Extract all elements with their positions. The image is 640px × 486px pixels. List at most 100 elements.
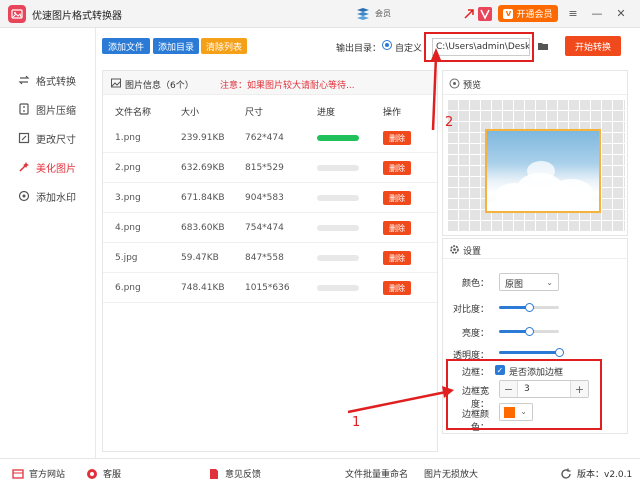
gear-icon	[450, 245, 459, 254]
table-row: 6.png 748.41KB 1015*636 删除	[103, 273, 437, 303]
home-icon	[12, 468, 24, 479]
footer: 官方网站 客服 意见反馈 文件批量重命名 图片无损放大 版本：v2.0.1	[0, 458, 640, 486]
file-name: 6.png	[115, 283, 141, 293]
watermark-icon	[18, 190, 30, 202]
file-name: 3.png	[115, 193, 141, 203]
lossless-enlarge-link[interactable]: 图片无损放大	[424, 467, 478, 480]
delete-button[interactable]: 删除	[383, 161, 411, 175]
sidebar-item-convert[interactable]: 格式转换	[18, 71, 76, 89]
feedback-label: 意见反馈	[225, 470, 262, 480]
image-info-icon	[111, 78, 121, 88]
delete-button[interactable]: 删除	[383, 191, 411, 205]
file-dims: 1015*636	[245, 283, 290, 293]
file-dims: 754*474	[245, 223, 284, 233]
col-action: 操作	[383, 108, 402, 118]
info-bar: 图片信息（6个） 注意：如果图片较大请耐心等待...	[103, 71, 437, 95]
file-list-panel: 图片信息（6个） 注意：如果图片较大请耐心等待... 文件名称 大小 尺寸 进度…	[102, 70, 438, 452]
customer-service-link[interactable]: 客服	[86, 467, 121, 480]
annotation-number-2: 2	[445, 115, 454, 130]
progress-fill	[317, 135, 359, 141]
delete-button[interactable]: 删除	[383, 131, 411, 145]
progress-bar	[317, 285, 359, 291]
start-convert-button[interactable]: 开始转换	[565, 36, 621, 56]
file-size: 632.69KB	[181, 163, 225, 173]
settings-title: 设置	[463, 247, 482, 257]
version-label: 版本：v2.0.1	[577, 470, 633, 480]
feedback-icon	[210, 468, 218, 479]
col-dims: 尺寸	[245, 108, 264, 118]
brand-icon[interactable]	[478, 7, 492, 21]
transparency-knob[interactable]	[555, 348, 564, 357]
file-size: 748.41KB	[181, 283, 225, 293]
output-dir-label: 输出目录：	[336, 44, 382, 54]
file-size: 683.60KB	[181, 223, 225, 233]
size-warning: 注意：如果图片较大请耐心等待...	[220, 81, 355, 91]
delete-button[interactable]: 删除	[383, 221, 411, 235]
menu-icon[interactable]: ≡	[566, 6, 580, 20]
table-row: 4.png 683.60KB 754*474 删除	[103, 213, 437, 243]
custom-dir-radio-label[interactable]: 自定义	[395, 41, 422, 54]
official-site-link[interactable]: 官方网站	[12, 467, 65, 480]
preview-title: 预览	[463, 81, 482, 91]
file-size: 239.91KB	[181, 133, 225, 143]
image-count: 图片信息（6个）	[125, 81, 194, 91]
share-icon[interactable]	[462, 7, 476, 21]
folder-icon[interactable]	[537, 40, 549, 52]
sidebar-item-beautify[interactable]: 美化图片	[18, 158, 76, 176]
col-progress: 进度	[317, 108, 336, 118]
add-folder-button[interactable]: 添加目录	[153, 38, 199, 54]
vip-button[interactable]: V 开通会员	[498, 5, 558, 22]
file-name: 4.png	[115, 223, 141, 233]
minimize-icon[interactable]: —	[590, 6, 604, 20]
file-name: 2.png	[115, 163, 141, 173]
color-select[interactable]: 原图 ⌄	[499, 273, 559, 291]
refresh-icon	[561, 468, 571, 479]
file-size: 59.47KB	[181, 253, 219, 263]
contrast-slider[interactable]	[499, 303, 559, 312]
compress-icon	[19, 103, 29, 115]
sidebar-item-resize[interactable]: 更改尺寸	[18, 129, 76, 147]
title-bar: 优速图片格式转换器 会员 V 开通会员 ≡ — ✕	[0, 0, 640, 28]
resize-icon	[18, 132, 30, 144]
brightness-knob[interactable]	[525, 327, 534, 336]
chevron-down-icon: ⌄	[546, 278, 553, 287]
user-name[interactable]: 会员	[375, 8, 391, 19]
file-dims: 762*474	[245, 133, 284, 143]
brightness-slider[interactable]	[499, 327, 559, 336]
table-row: 1.png 239.91KB 762*474 删除	[103, 123, 437, 153]
preview-header: 预览	[443, 71, 627, 95]
app-title: 优速图片格式转换器	[32, 11, 122, 22]
file-size: 671.84KB	[181, 193, 225, 203]
contrast-knob[interactable]	[525, 303, 534, 312]
file-name: 1.png	[115, 133, 141, 143]
vip-icon: V	[503, 8, 514, 19]
custom-dir-radio[interactable]	[382, 40, 392, 50]
transparency-slider[interactable]	[499, 348, 564, 357]
progress-bar	[317, 165, 359, 171]
table-row: 3.png 671.84KB 904*583 删除	[103, 183, 437, 213]
contrast-label: 对比度：	[452, 305, 489, 315]
progress-bar	[317, 135, 359, 141]
batch-rename-link[interactable]: 文件批量重命名	[345, 467, 408, 480]
col-size: 大小	[181, 108, 200, 118]
sidebar-item-compress[interactable]: 图片压缩	[18, 100, 76, 118]
sidebar-item-label: 格式转换	[36, 76, 76, 88]
delete-button[interactable]: 删除	[383, 281, 411, 295]
color-label: 颜色：	[461, 279, 489, 289]
add-file-button[interactable]: 添加文件	[102, 38, 150, 54]
file-dims: 847*558	[245, 253, 284, 263]
sidebar: 格式转换 图片压缩 更改尺寸 美化图片 添加水印	[0, 28, 96, 458]
beautify-icon	[19, 162, 29, 172]
table-row: 5.jpg 59.47KB 847*558 删除	[103, 243, 437, 273]
preview-canvas	[447, 99, 625, 231]
close-icon[interactable]: ✕	[614, 6, 628, 20]
sidebar-item-label: 美化图片	[36, 163, 76, 175]
clear-list-button[interactable]: 清除列表	[201, 38, 247, 54]
file-name: 5.jpg	[115, 253, 138, 263]
official-site-label: 官方网站	[29, 470, 66, 480]
feedback-link[interactable]: 意见反馈	[208, 467, 261, 480]
sidebar-item-watermark[interactable]: 添加水印	[18, 187, 76, 205]
brightness-label: 亮度：	[461, 329, 489, 339]
delete-button[interactable]: 删除	[383, 251, 411, 265]
version-info: 版本：v2.0.1	[560, 467, 632, 480]
